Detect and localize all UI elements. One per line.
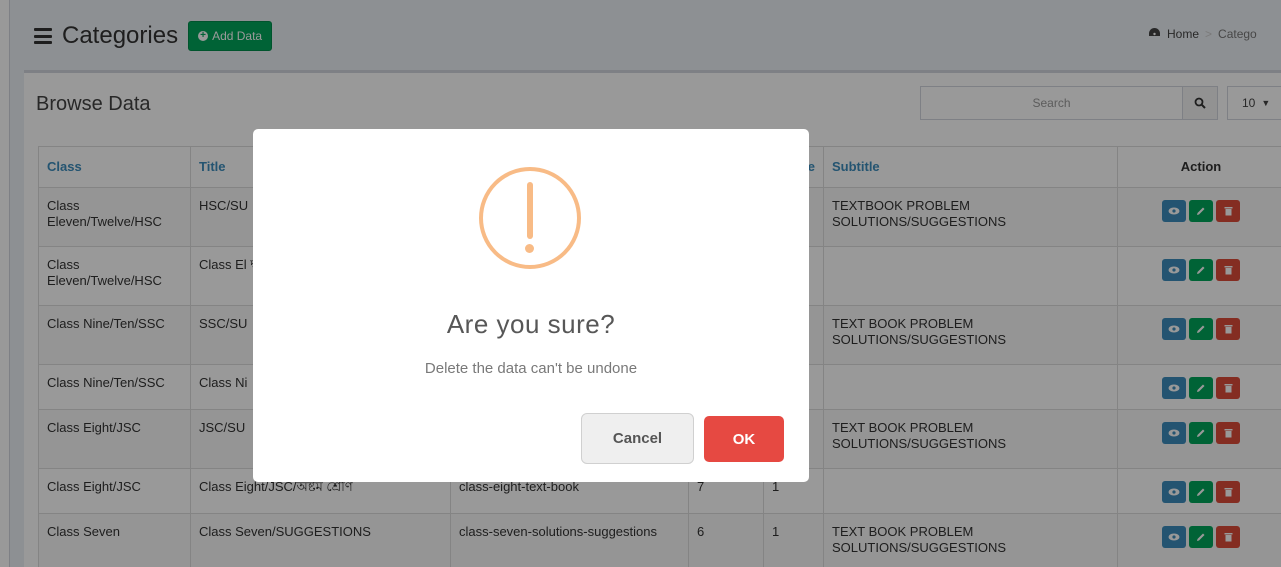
confirm-dialog: Are you sure? Delete the data can't be u… [253,129,809,482]
warning-exclamation-dot [525,244,534,253]
dialog-message: Delete the data can't be undone [424,360,638,377]
dialog-title: Are you sure? [446,309,616,339]
cancel-button[interactable]: Cancel [581,413,694,464]
warning-exclamation-bar [527,182,533,239]
ok-button[interactable]: OK [704,416,784,462]
app-window: Categories + Add Data Home > Catego Brow… [0,0,1281,567]
